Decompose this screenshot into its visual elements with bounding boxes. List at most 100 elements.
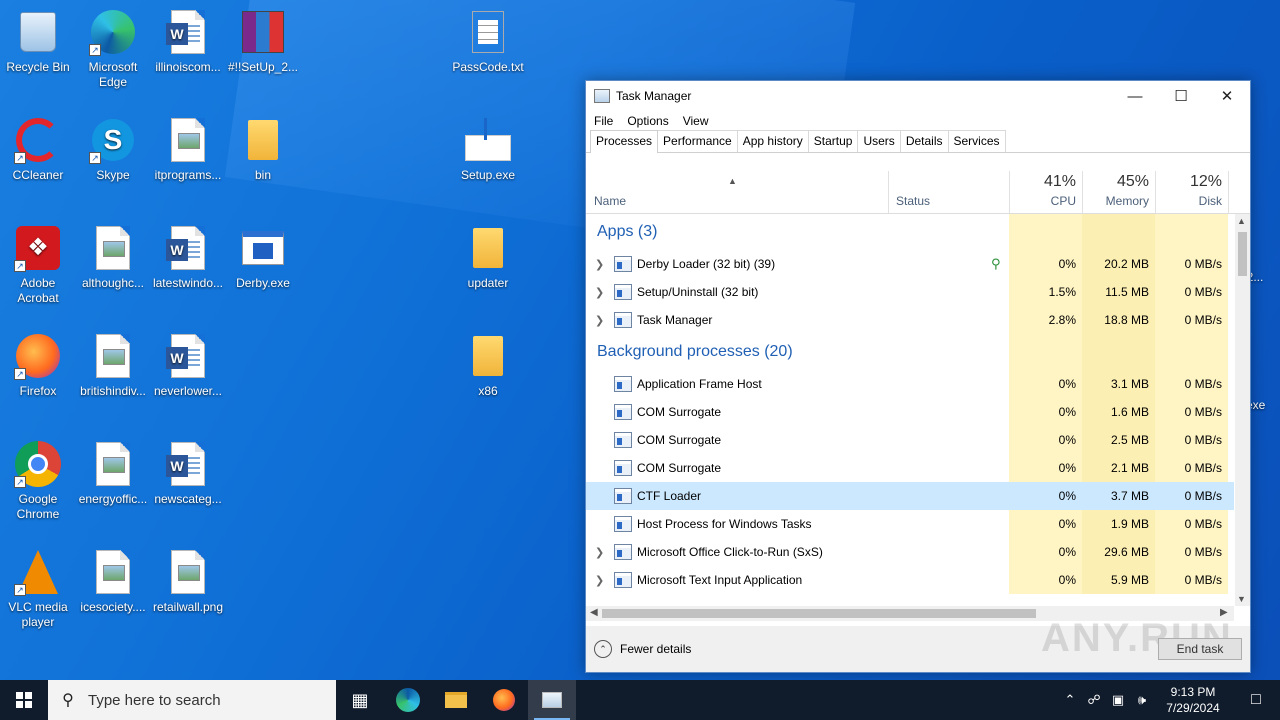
tray-device-icon[interactable]: ☍ (1082, 692, 1106, 708)
tab-app-history[interactable]: App history (736, 130, 809, 152)
process-disk: 0 MB/s (1155, 538, 1228, 566)
firefox-taskbar-icon[interactable] (480, 680, 528, 720)
desktop-icon-skype[interactable]: S ↗ Skype (75, 116, 151, 183)
background-group-header: Background processes (20) (586, 334, 1234, 370)
process-row[interactable]: COM Surrogate 0% 2.1 MB 0 MB/s (586, 454, 1234, 482)
process-row[interactable]: ❯ Derby Loader (32 bit) (39) ⚲ 0% 20.2 MB 0 M… (586, 250, 1234, 278)
word-icon: W (164, 332, 212, 380)
tab-startup[interactable]: Startup (807, 130, 859, 152)
process-row[interactable]: ❯ Microsoft Office Click-to-Run (SxS) 0% 29… (586, 538, 1234, 566)
windows-logo-icon (16, 692, 32, 708)
desktop-icon-latestwindo[interactable]: Wlatestwindo... (150, 224, 226, 291)
file-explorer-icon[interactable] (432, 680, 480, 720)
process-row[interactable]: ❯ Microsoft Text Input Application 0% 5.9 M… (586, 566, 1234, 594)
desktop-icon-vlc-media-player[interactable]: ↗ VLC media player (0, 548, 76, 630)
scroll-left-icon[interactable]: ◀ (590, 607, 598, 618)
desktop-icon-neverlower[interactable]: Wneverlower... (150, 332, 226, 399)
desktop-icon-adobe-acrobat[interactable]: ❖ ↗ Adobe Acrobat (0, 224, 76, 306)
column-cpu[interactable]: 41% CPU (1009, 173, 1076, 208)
desktop-icon-recycle-bin[interactable]: Recycle Bin (0, 8, 76, 75)
efficiency-leaf-icon: ⚲ (991, 256, 1001, 271)
process-name: Setup/Uninstall (32 bit) (637, 285, 759, 299)
desktop-icon-updater[interactable]: updater (450, 224, 526, 291)
scroll-thumb[interactable] (1238, 232, 1247, 276)
title-bar[interactable]: Task Manager — ☐ ✕ (586, 81, 1250, 111)
chevron-right-icon[interactable]: ❯ (595, 314, 604, 327)
minimize-button[interactable]: — (1112, 81, 1158, 111)
desktop-icon-newscateg[interactable]: Wnewscateg... (150, 440, 226, 507)
search-icon: ⚲ (62, 692, 74, 709)
tab-performance[interactable]: Performance (657, 130, 738, 152)
desktop-icon-ccleaner[interactable]: ↗ CCleaner (0, 116, 76, 183)
image-icon (89, 548, 137, 596)
shortcut-arrow-icon: ↗ (89, 152, 101, 164)
vertical-scrollbar[interactable]: ▲ ▼ (1235, 214, 1250, 606)
process-row[interactable]: COM Surrogate 0% 2.5 MB 0 MB/s (586, 426, 1234, 454)
maximize-button[interactable]: ☐ (1158, 81, 1204, 111)
desktop-icon-britishindiv[interactable]: britishindiv... (75, 332, 151, 399)
desktop-icon-label: Setup.exe (460, 168, 516, 182)
close-button[interactable]: ✕ (1204, 81, 1250, 111)
column-memory[interactable]: 45% Memory (1082, 173, 1149, 208)
chevron-right-icon[interactable]: ❯ (595, 574, 604, 587)
tab-users[interactable]: Users (857, 130, 901, 152)
menu-view[interactable]: View (683, 114, 709, 128)
desktop-icon-illinoiscom[interactable]: Willinoiscom... (150, 8, 226, 75)
process-row[interactable]: CTF Loader 0% 3.7 MB 0 MB/s (586, 482, 1234, 510)
desktop-icon-itprograms[interactable]: itprograms... (150, 116, 226, 183)
chevron-right-icon[interactable]: ❯ (595, 258, 604, 271)
edge-taskbar-icon[interactable] (384, 680, 432, 720)
end-task-button[interactable]: End task (1158, 638, 1242, 660)
desktop-icon-retailwall-png[interactable]: retailwall.png (150, 548, 226, 615)
process-icon (614, 284, 632, 300)
desktop-icon-firefox[interactable]: ↗ Firefox (0, 332, 76, 399)
volume-icon[interactable]: 🕪 (1130, 692, 1154, 708)
column-disk[interactable]: 12% Disk (1155, 173, 1222, 208)
column-name[interactable]: Name (594, 194, 626, 208)
tab-details[interactable]: Details (899, 130, 949, 152)
tab-processes[interactable]: Processes (590, 130, 659, 153)
desktop-icon-microsoft-edge[interactable]: ↗ Microsoft Edge (75, 8, 151, 90)
task-view-icon[interactable]: ▦ (336, 680, 384, 720)
process-cpu: 0% (1009, 454, 1082, 482)
desktop-icon-althoughc[interactable]: althoughc... (75, 224, 151, 291)
taskbar-search[interactable]: ⚲ Type here to search (48, 680, 336, 720)
notification-icon[interactable]: □ (1232, 691, 1280, 709)
scroll-down-icon[interactable]: ▼ (1237, 594, 1246, 604)
process-icon (614, 432, 632, 448)
menu-options[interactable]: Options (627, 114, 668, 128)
desktop-icon-derby-exe[interactable]: Derby.exe (225, 224, 301, 291)
column-status[interactable]: Status (896, 194, 930, 208)
menu-file[interactable]: File (594, 114, 613, 128)
fewer-details-button[interactable]: ⌃ Fewer details (594, 640, 691, 658)
desktop-icon-google-chrome[interactable]: ↗ Google Chrome (0, 440, 76, 522)
network-icon[interactable]: ▣ (1106, 692, 1130, 708)
desktop-icon-setup-2[interactable]: #!!SetUp_2... (225, 8, 301, 75)
tab-services[interactable]: Services (947, 130, 1006, 152)
sort-arrow-icon[interactable]: ▲ (728, 176, 737, 186)
desktop-icon-passcode-txt[interactable]: PassCode.txt (450, 8, 526, 75)
start-button[interactable] (0, 680, 48, 720)
process-row[interactable]: Application Frame Host 0% 3.1 MB 0 MB/s (586, 370, 1234, 398)
process-row[interactable]: COM Surrogate 0% 1.6 MB 0 MB/s (586, 398, 1234, 426)
chevron-up-icon[interactable]: ⌃ (1058, 692, 1082, 708)
group-title: Background processes (20) (597, 343, 793, 360)
process-row[interactable]: ❯ Task Manager 2.8% 18.8 MB 0 MB/s (586, 306, 1234, 334)
desktop-icon-setup-exe[interactable]: Setup.exe (450, 116, 526, 183)
process-row[interactable]: Host Process for Windows Tasks 0% 1.9 MB 0 … (586, 510, 1234, 538)
desktop-icon-energyoffic[interactable]: energyoffic... (75, 440, 151, 507)
chevron-right-icon[interactable]: ❯ (595, 546, 604, 559)
process-name: COM Surrogate (637, 461, 722, 475)
desktop-icon-x86[interactable]: x86 (450, 332, 526, 399)
process-memory: 3.1 MB (1082, 370, 1155, 398)
desktop-icon-bin[interactable]: bin (225, 116, 301, 183)
hscroll-thumb[interactable] (602, 609, 1036, 618)
process-icon (614, 460, 632, 476)
task-manager-taskbar-icon[interactable] (528, 680, 576, 720)
process-name: Derby Loader (32 bit) (39) (637, 257, 776, 271)
process-row[interactable]: ❯ Setup/Uninstall (32 bit) 1.5% 11.5 MB 0 MB… (586, 278, 1234, 306)
desktop-icon-icesociety[interactable]: icesociety.... (75, 548, 151, 615)
scroll-up-icon[interactable]: ▲ (1237, 216, 1246, 226)
clock[interactable]: 9:13 PM 7/29/2024 (1154, 684, 1232, 716)
chevron-right-icon[interactable]: ❯ (595, 286, 604, 299)
